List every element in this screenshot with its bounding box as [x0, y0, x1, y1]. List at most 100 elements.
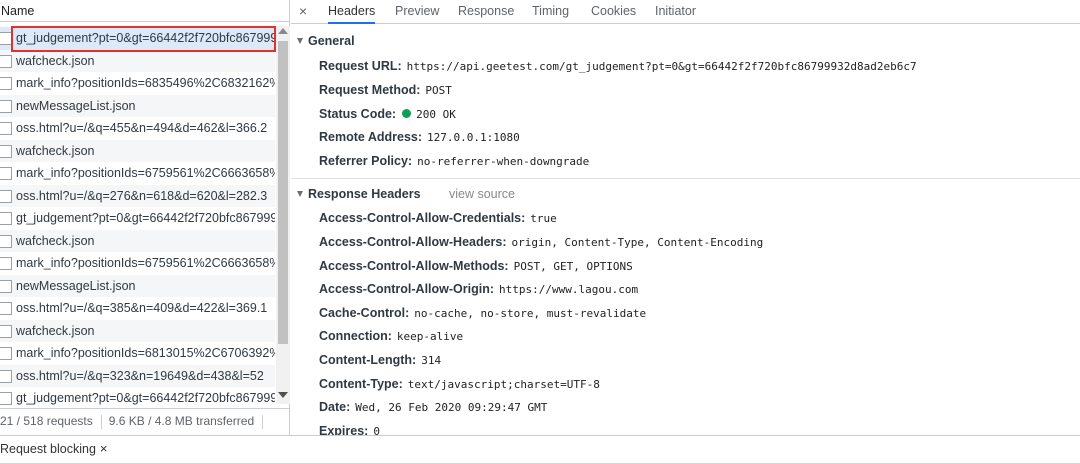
request-row[interactable]: mark_info?positionIds=6813015%2C6706392%… — [0, 342, 275, 365]
response-header-row: Content-Length: 314 — [319, 350, 441, 370]
request-row[interactable]: gt_judgement?pt=0&gt=66442f2f720bfc86799… — [0, 387, 275, 405]
expand-triangle-icon — [297, 190, 303, 197]
request-row[interactable]: wafcheck.json — [0, 229, 275, 252]
tab-headers[interactable]: Headers — [328, 0, 376, 24]
status-ok-icon — [402, 109, 412, 119]
header-key: Access-Control-Allow-Origin: — [319, 282, 495, 296]
request-row[interactable]: mark_info?positionIds=6835496%2C6832162%… — [0, 72, 275, 95]
file-icon — [0, 32, 12, 45]
header-value: https://www.lagou.com — [499, 283, 639, 296]
request-name: oss.html?u=/&q=276&n=618&d=620&l=282.3 — [16, 188, 268, 203]
close-icon[interactable]: × — [299, 2, 307, 20]
request-name: oss.html?u=/&q=323&n=19649&d=438&l=52 — [16, 368, 264, 383]
response-header-row: Date: Wed, 26 Feb 2020 09:29:47 GMT — [319, 397, 547, 417]
scroll-up-icon[interactable] — [278, 28, 288, 34]
scroll-thumb[interactable] — [278, 41, 288, 344]
request-name: gt_judgement?pt=0&gt=66442f2f720bfc86799… — [16, 391, 275, 405]
name-column-header[interactable]: Name — [0, 0, 289, 22]
header-value: 200 OK — [416, 108, 456, 121]
close-icon[interactable]: × — [100, 441, 108, 456]
response-header-row: Cache-Control: no-cache, no-store, must-r… — [319, 303, 646, 323]
header-value: text/javascript;charset=UTF-8 — [407, 378, 600, 391]
tab-preview[interactable]: Preview — [395, 0, 439, 24]
response-header-row: Access-Control-Allow-Methods: POST, GET, … — [319, 256, 633, 276]
header-value: https://api.geetest.com/gt_judgement?pt=… — [406, 60, 917, 73]
request-blocking-tab[interactable]: Request blocking × — [0, 436, 108, 464]
remote-address-row: Remote Address: 127.0.0.1:1080 — [319, 127, 520, 147]
view-source-link[interactable]: view source — [449, 186, 515, 202]
request-name: mark_info?positionIds=6759561%2C6663658%… — [16, 166, 275, 180]
file-icon — [0, 369, 12, 383]
request-row[interactable]: gt_judgement?pt=0&gt=66442f2f720bfc86799… — [0, 27, 275, 50]
bottom-drawer: Request blocking × — [0, 435, 1080, 464]
request-row[interactable]: wafcheck.json — [0, 319, 275, 342]
request-list-panel: Name gt_judgement?pt=0&gt=66442f2f720bfc… — [0, 0, 290, 435]
request-row[interactable]: mark_info?positionIds=6759561%2C6663658%… — [0, 162, 275, 185]
file-icon — [0, 167, 12, 180]
header-value: no-referrer-when-downgrade — [417, 155, 590, 168]
header-value: 0 — [373, 425, 380, 435]
header-key: Request Method: — [319, 83, 421, 97]
header-key: Referrer Policy: — [319, 154, 413, 168]
request-rows: gt_judgement?pt=0&gt=66442f2f720bfc86799… — [0, 27, 275, 405]
file-icon — [0, 279, 12, 293]
file-icon — [0, 99, 12, 113]
request-row[interactable]: oss.html?u=/&q=323&n=19649&d=438&l=52 — [0, 364, 275, 387]
status-code-row: Status Code: 200 OK — [319, 104, 456, 124]
request-name: newMessageList.json — [16, 98, 136, 113]
request-row[interactable]: wafcheck.json — [0, 139, 275, 162]
network-summary: 21 / 518 requests 9.6 KB / 4.8 MB transfe… — [0, 408, 290, 433]
general-section-title: General — [308, 34, 355, 48]
request-name: oss.html?u=/&q=385&n=409&d=422&l=369.1 — [16, 301, 268, 315]
request-row[interactable]: mark_info?positionIds=6759561%2C6663658%… — [0, 252, 275, 275]
section-divider — [291, 178, 1080, 179]
request-name: mark_info?positionIds=6835496%2C6832162%… — [16, 76, 275, 90]
general-section-header[interactable]: General — [297, 31, 355, 51]
response-header-row: Access-Control-Allow-Headers: origin, Con… — [319, 232, 763, 252]
header-key: Content-Length: — [319, 353, 417, 367]
tab-cookies[interactable]: Cookies — [591, 0, 636, 24]
request-name: oss.html?u=/&q=455&n=494&d=462&l=366.2 — [16, 121, 268, 135]
request-method-row: Request Method: POST — [319, 80, 452, 100]
request-row[interactable]: wafcheck.json — [0, 49, 275, 72]
request-row[interactable]: oss.html?u=/&q=276&n=618&d=620&l=282.3 — [0, 184, 275, 207]
header-key: Remote Address: — [319, 130, 423, 144]
request-url-row: Request URL: https://api.geetest.com/gt_j… — [319, 56, 917, 76]
response-header-row: Access-Control-Allow-Origin: https://www.… — [319, 279, 638, 299]
request-row[interactable]: oss.html?u=/&q=385&n=409&d=422&l=369.1 — [0, 297, 275, 320]
summary-divider — [100, 414, 102, 429]
header-key: Connection: — [319, 329, 392, 343]
response-headers-section-header[interactable]: Response Headers — [297, 184, 421, 204]
file-icon — [0, 189, 12, 203]
response-header-row: Connection: keep-alive — [319, 326, 463, 346]
request-row[interactable]: newMessageList.json — [0, 94, 275, 117]
expand-triangle-icon — [297, 37, 303, 44]
header-key: Request URL: — [319, 59, 402, 73]
response-header-row: Access-Control-Allow-Credentials: true — [319, 208, 557, 228]
header-value: true — [530, 212, 557, 225]
file-icon — [0, 234, 12, 248]
header-value: origin, Content-Type, Content-Encoding — [511, 236, 764, 249]
request-detail-panel: × Headers Preview Response Timing Cookie… — [291, 0, 1080, 435]
request-row[interactable]: oss.html?u=/&q=455&n=494&d=462&l=366.2 — [0, 117, 275, 140]
request-name: gt_judgement?pt=0&gt=66442f2f720bfc86799… — [16, 31, 275, 45]
tab-timing[interactable]: Timing — [532, 0, 569, 24]
header-key: Cache-Control: — [319, 306, 410, 320]
response-headers-title: Response Headers — [308, 187, 421, 201]
header-value: 127.0.0.1:1080 — [427, 131, 520, 144]
header-key: Access-Control-Allow-Credentials: — [319, 211, 526, 225]
request-row[interactable]: gt_judgement?pt=0&gt=66442f2f720bfc86799… — [0, 207, 275, 230]
tab-response[interactable]: Response — [458, 0, 514, 24]
response-header-row: Content-Type: text/javascript;charset=UTF… — [319, 374, 600, 394]
request-name: wafcheck.json — [16, 143, 95, 158]
header-value: Wed, 26 Feb 2020 09:29:47 GMT — [355, 401, 548, 414]
referrer-policy-row: Referrer Policy: no-referrer-when-downgra… — [319, 151, 589, 171]
header-value: 314 — [421, 354, 442, 367]
summary-divider — [262, 414, 264, 429]
request-list-scrollbar[interactable] — [276, 26, 290, 404]
tab-initiator[interactable]: Initiator — [655, 0, 696, 24]
request-name: mark_info?positionIds=6759561%2C6663658%… — [16, 256, 275, 270]
request-row[interactable]: newMessageList.json — [0, 274, 275, 297]
scroll-down-icon[interactable] — [278, 392, 288, 398]
header-key: Date: — [319, 400, 351, 414]
